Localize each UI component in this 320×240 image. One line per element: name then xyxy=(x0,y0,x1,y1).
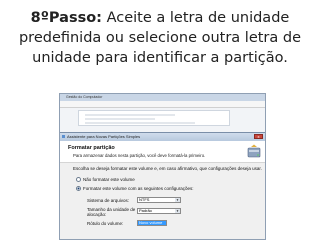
chevron-down-icon: ▼ xyxy=(175,209,180,213)
chevron-down-icon: ▼ xyxy=(175,198,180,202)
file-system-select[interactable]: NTFS ▼ xyxy=(137,197,181,203)
background-window: Gestão do Computador xyxy=(60,94,265,132)
volume-label-label: Rótulo do volume: xyxy=(87,221,124,226)
heading-line-2: predefinida ou selecione outra letra de xyxy=(18,30,302,46)
slide-heading: 8ºPasso: Aceite a letra de unidade prede… xyxy=(0,8,320,68)
heading-line-3: unidade para identificar a partição. xyxy=(32,50,288,66)
screenshot: Gestão do Computador Assistente para Nov… xyxy=(59,93,266,240)
wizard-titlebar: Assistente para Novas Partições Simples … xyxy=(60,133,265,141)
no-format-radio[interactable] xyxy=(76,177,81,182)
allocation-size-label-2: alocação: xyxy=(87,212,107,217)
wizard-header: Formatar partição Para armazenar dados n… xyxy=(60,141,265,163)
background-window-titlebar: Gestão do Computador xyxy=(60,94,265,108)
heading-line-1: 8ºPasso: Aceite a letra de unidade xyxy=(0,8,320,28)
background-window-panel xyxy=(78,110,230,126)
format-label: Formatar este volume com as seguintes co… xyxy=(83,186,194,191)
wizard-close-button[interactable]: x xyxy=(254,134,263,139)
disk-format-icon xyxy=(247,144,261,158)
wizard-body: Escolha se deseja formatar este volume e… xyxy=(60,163,265,239)
background-window-menubar[interactable] xyxy=(60,101,265,108)
file-system-label: Sistema de arquivos: xyxy=(87,198,130,203)
file-system-value: NTFS xyxy=(139,197,150,202)
volume-label-value: Novo volume xyxy=(139,220,163,225)
no-format-label: Não formatar este volume xyxy=(83,177,135,182)
background-window-title: Gestão do Computador xyxy=(66,95,103,99)
window-controls xyxy=(242,95,263,108)
wizard-app-icon xyxy=(62,135,65,138)
step-label: 8ºPasso: xyxy=(30,10,102,26)
wizard-header-title: Formatar partição xyxy=(68,145,115,151)
volume-label-input[interactable]: Novo volume xyxy=(137,220,167,226)
wizard-title: Assistente para Novas Partições Simples xyxy=(67,134,141,139)
allocation-size-value: Padrão xyxy=(139,208,152,213)
format-radio[interactable] xyxy=(76,186,81,191)
wizard-header-subtitle: Para armazenar dados nesta partição, voc… xyxy=(73,153,206,158)
allocation-size-select[interactable]: Padrão ▼ xyxy=(137,208,181,214)
heading-text-1: Aceite a letra de unidade xyxy=(106,10,290,26)
format-prompt: Escolha se deseja formatar este volume e… xyxy=(73,166,262,171)
wizard-dialog: Assistente para Novas Partições Simples … xyxy=(60,132,265,239)
